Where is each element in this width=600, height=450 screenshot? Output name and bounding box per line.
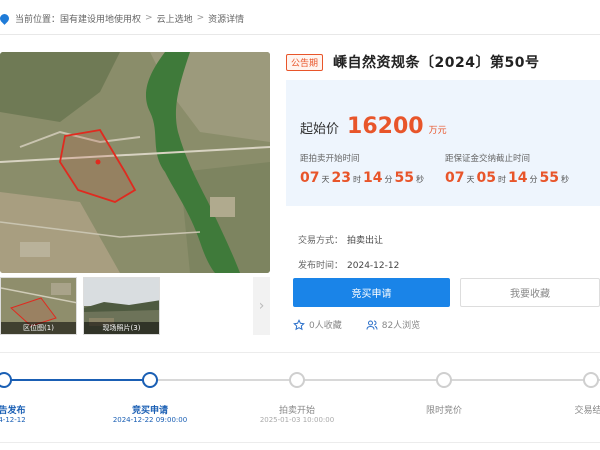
start-price-label: 起始价 (300, 122, 340, 137)
satellite-map-image[interactable] (0, 52, 270, 273)
start-price: 起始价 16200 万元 (300, 114, 447, 139)
countdown-minute-unit: 分 (529, 175, 538, 184)
deposit-countdown: 距保证金交纳截止时间 07 天 05 时 14 分 55 秒 (445, 152, 571, 186)
process-timeline: 告发布 4-12-12 竞买申请 2024-12-22 09:00:00 拍卖开… (0, 360, 600, 440)
timeline-step-label: 拍卖开始 (278, 406, 316, 416)
thumbnail-location-map[interactable]: 区位图(1) (0, 277, 77, 335)
favorite-count[interactable]: 0人收藏 (293, 318, 342, 331)
thumbnail-site-photos[interactable]: 现场照片(3) (83, 277, 160, 335)
timeline-node-deal-done (583, 372, 599, 388)
section-divider (0, 352, 600, 353)
apply-bid-button[interactable]: 竞买申请 (293, 278, 450, 307)
users-icon (366, 320, 378, 330)
publish-time-value: 2024-12-12 (347, 261, 400, 271)
auction-countdown: 距拍卖开始时间 07 天 23 时 14 分 55 秒 (300, 152, 426, 186)
timeline-node-timed-bidding (436, 372, 452, 388)
countdown-minutes: 14 (507, 170, 528, 186)
thumbnail-caption: 区位图(1) (1, 322, 76, 334)
timeline-step-label: 限时竞价 (425, 406, 463, 416)
countdown-seconds: 55 (394, 170, 414, 186)
trade-method: 交易方式： 拍卖出让 (298, 233, 383, 246)
countdown-hours: 05 (476, 170, 496, 186)
countdown-days: 07 (300, 170, 320, 186)
breadcrumb-separator: > (145, 13, 153, 23)
trade-method-label: 交易方式： (298, 236, 344, 246)
thumbnail-strip: 区位图(1) 现场照片(3) (0, 277, 160, 335)
auction-countdown-time: 07 天 23 时 14 分 55 秒 (300, 170, 426, 186)
timeline-step-label: 告发布 (0, 406, 26, 416)
countdown-seconds: 55 (539, 170, 559, 186)
satellite-map-graphic (0, 52, 270, 273)
timeline-node-publish (0, 372, 12, 388)
publish-time-label: 发布时间： (298, 261, 344, 271)
countdown-days: 07 (445, 170, 465, 186)
timeline-step-date: 2024-12-22 09:00:00 (112, 416, 188, 424)
star-icon (293, 318, 305, 330)
header-divider (0, 34, 600, 35)
location-pin-icon (0, 11, 11, 25)
breadcrumb-separator: > (196, 13, 205, 23)
favorite-count-text: 0人收藏 (309, 321, 342, 331)
breadcrumb-item-land-use-right[interactable]: 国有建设用地使用权 (60, 12, 141, 25)
breadcrumb-item-cloud-land[interactable]: 云上选地 (157, 12, 193, 25)
timeline-step-date: 4-12-12 (0, 416, 26, 424)
countdown-hour-unit: 时 (352, 175, 361, 184)
add-favorite-button[interactable]: 我要收藏 (460, 278, 600, 307)
countdown-day-unit: 天 (466, 175, 475, 184)
timeline-step-label: 交易结 (574, 406, 600, 416)
countdown-minute-unit: 分 (384, 175, 393, 184)
deposit-countdown-label: 距保证金交纳截止时间 (445, 154, 531, 164)
breadcrumb-item-resource-detail: 资源详情 (208, 14, 245, 25)
breadcrumb-prefix: 当前位置： (15, 14, 61, 25)
price-countdown-panel: 起始价 16200 万元 距拍卖开始时间 07 天 23 时 14 分 55 秒… (286, 80, 600, 206)
footer-divider (0, 442, 600, 443)
start-price-value: 16200 (347, 114, 424, 139)
breadcrumb: 当前位置： 国有建设用地使用权 > 云上选地 > 资源详情 (0, 8, 244, 28)
timeline-progress (0, 379, 150, 381)
view-count-text: 82人浏览 (381, 321, 421, 331)
timeline-node-auction-start (289, 372, 305, 388)
page-title: 嵊自然资规条〔2024〕第50号 (333, 55, 540, 71)
timeline-node-apply (142, 372, 158, 388)
trade-method-value: 拍卖出让 (347, 236, 384, 246)
view-count: 82人浏览 (366, 318, 420, 331)
status-badge: 公告期 (286, 53, 324, 71)
thumbnail-caption: 现场照片(3) (84, 322, 159, 334)
countdown-hours: 23 (331, 170, 351, 186)
timeline-step-date: 2025-01-03 10:00:00 (259, 416, 335, 424)
countdown-second-unit: 秒 (415, 175, 424, 184)
countdown-day-unit: 天 (321, 175, 330, 184)
timeline-step-label: 竞买申请 (131, 406, 169, 416)
deposit-countdown-time: 07 天 05 时 14 分 55 秒 (445, 170, 571, 186)
countdown-second-unit: 秒 (560, 175, 569, 184)
start-price-unit: 万元 (428, 126, 447, 136)
countdown-hour-unit: 时 (497, 175, 506, 184)
countdown-minutes: 14 (362, 170, 383, 186)
publish-time: 发布时间： 2024-12-12 (298, 258, 399, 271)
chevron-right-icon[interactable]: › (253, 277, 270, 335)
auction-countdown-label: 距拍卖开始时间 (300, 154, 360, 164)
listing-header: 公告期 嵊自然资规条〔2024〕第50号 (286, 52, 539, 72)
listing-stats: 0人收藏 82人浏览 (293, 318, 444, 331)
